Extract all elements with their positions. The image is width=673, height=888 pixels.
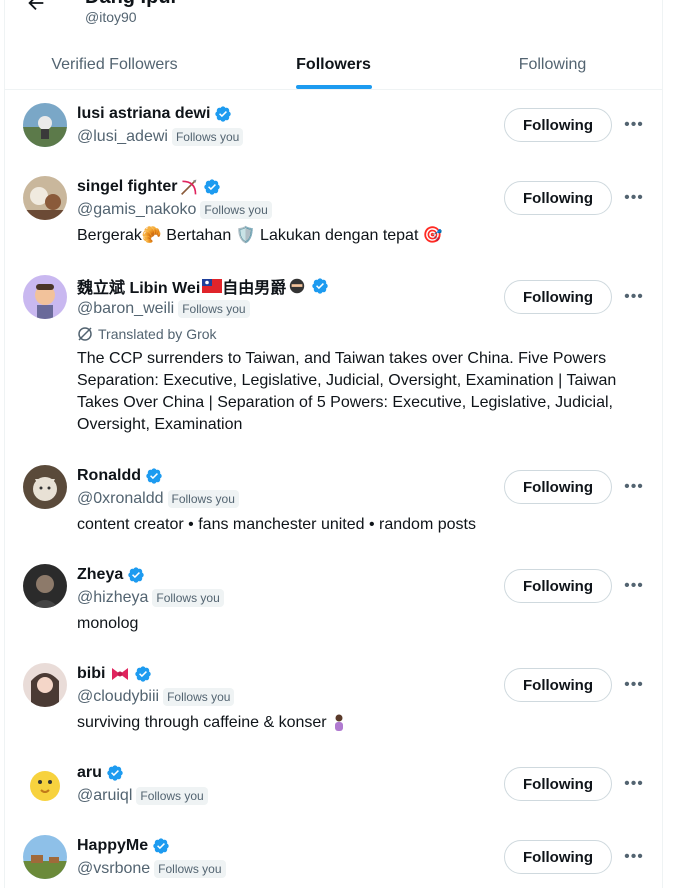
follows-you-badge: Follows you — [171, 128, 244, 146]
user-handle[interactable]: @hizheya — [77, 589, 148, 607]
user-handle[interactable]: @lusi_adewi — [77, 128, 168, 146]
page-header: Dang Ipul @itoy90 — [5, 0, 662, 40]
avatar[interactable] — [23, 663, 67, 707]
user-name[interactable]: HappyMe — [77, 837, 148, 855]
avatar[interactable] — [23, 835, 67, 879]
more-options-icon[interactable]: ••• — [624, 287, 644, 307]
verified-badge-icon — [135, 666, 152, 682]
tab-verified-followers[interactable]: Verified Followers — [5, 40, 224, 89]
user-bio: monolog — [77, 615, 139, 632]
user-name[interactable]: Ronaldd — [77, 467, 141, 485]
profile-handle: @itoy90 — [85, 9, 137, 25]
active-tab-indicator — [295, 85, 372, 89]
tab-following[interactable]: Following — [443, 40, 662, 89]
follower-row[interactable]: aru @aruiql Follows you Following ••• — [5, 750, 662, 823]
user-handle[interactable]: @gamis_nakoko — [77, 201, 196, 219]
avatar[interactable] — [23, 176, 67, 220]
avatar[interactable] — [23, 465, 67, 509]
verified-badge-icon — [153, 838, 169, 854]
follows-you-badge: Follows you — [154, 860, 226, 878]
user-name[interactable]: aru — [77, 764, 102, 782]
follower-row[interactable]: lusi astriana dewi @lusi_adewi Follows yo… — [5, 91, 662, 164]
user-name[interactable]: 魏立斌 Libin Wei — [77, 274, 200, 298]
avatar[interactable] — [23, 762, 67, 806]
user-name[interactable]: singel fighter — [77, 178, 177, 196]
more-options-icon[interactable]: ••• — [624, 774, 644, 794]
user-handle[interactable]: @vsrbone — [77, 860, 150, 878]
follower-row[interactable]: Zheya @hizheya Follows you monolog Follow… — [5, 552, 662, 651]
tab-bar: Verified Followers Followers Following — [5, 40, 662, 90]
profile-name: Dang Ipul — [85, 0, 176, 9]
person-icon — [335, 714, 344, 731]
user-handle[interactable]: @aruiql — [77, 787, 132, 805]
more-options-icon[interactable]: ••• — [624, 847, 644, 867]
ninja-icon — [290, 278, 305, 294]
user-name-suffix: 自由男爵 — [222, 280, 287, 297]
verified-badge-icon — [312, 278, 328, 294]
user-name[interactable]: lusi astriana dewi — [77, 105, 210, 123]
user-bio: Bergerak🥐 Bertahan 🛡️ Lakukan dengan tep… — [77, 227, 443, 244]
taiwan-flag-icon — [202, 279, 223, 293]
ribbon-icon — [112, 668, 129, 680]
following-button[interactable]: Following — [504, 569, 612, 603]
follows-you-badge: Follows you — [163, 688, 235, 706]
more-options-icon[interactable]: ••• — [624, 188, 644, 208]
verified-badge-icon — [204, 179, 221, 195]
follows-you-badge: Follows you — [200, 201, 272, 219]
verified-badge-icon — [107, 765, 123, 781]
avatar[interactable] — [23, 103, 67, 147]
following-button[interactable]: Following — [504, 668, 612, 702]
user-bio: surviving through caffeine & konser — [77, 712, 646, 734]
more-options-icon[interactable]: ••• — [624, 576, 644, 596]
follower-row[interactable]: singel fighter @gamis_nakoko Follows you … — [5, 164, 662, 263]
verified-badge-icon — [146, 468, 162, 484]
back-arrow-icon[interactable] — [25, 0, 47, 14]
more-options-icon[interactable]: ••• — [624, 477, 644, 497]
verified-badge-icon — [215, 106, 232, 122]
follows-you-badge: Follows you — [167, 490, 239, 508]
follows-you-badge: Follows you — [178, 300, 250, 318]
follows-you-badge: Follows you — [152, 589, 224, 607]
avatar[interactable] — [23, 275, 67, 319]
follower-row[interactable]: Ronaldd @0xronaldd Follows you content cr… — [5, 453, 662, 552]
more-options-icon[interactable]: ••• — [624, 675, 644, 695]
translated-by-grok[interactable]: Translated by Grok — [77, 324, 646, 344]
user-name[interactable]: Zheya — [77, 566, 123, 584]
following-button[interactable]: Following — [504, 470, 612, 504]
bow-arrow-icon — [181, 179, 197, 195]
following-button[interactable]: Following — [504, 108, 612, 142]
follows-you-badge: Follows you — [136, 787, 208, 805]
user-handle[interactable]: @cloudybiii — [77, 688, 159, 706]
grok-icon — [78, 327, 92, 341]
follower-row[interactable]: HappyMe @vsrbone Follows you Following ••… — [5, 823, 662, 888]
followers-list: lusi astriana dewi @lusi_adewi Follows yo… — [5, 91, 662, 888]
user-bio: The CCP surrenders to Taiwan, and Taiwan… — [77, 350, 617, 433]
followers-page: Dang Ipul @itoy90 Verified Followers Fol… — [4, 0, 663, 888]
user-handle[interactable]: @baron_weili — [77, 300, 174, 318]
more-options-icon[interactable]: ••• — [624, 115, 644, 135]
tab-followers[interactable]: Followers — [224, 40, 443, 89]
user-handle[interactable]: @0xronaldd — [77, 490, 164, 508]
following-button[interactable]: Following — [504, 767, 612, 801]
follower-row[interactable]: bibi @cloudybiii Follows you surviving th… — [5, 651, 662, 750]
verified-badge-icon — [128, 567, 144, 583]
user-name[interactable]: bibi — [77, 665, 105, 683]
following-button[interactable]: Following — [504, 280, 612, 314]
user-bio: content creator • fans manchester united… — [77, 516, 476, 533]
follower-row[interactable]: 魏立斌 Libin Wei 自由男爵 @baron_weili Follows yo… — [5, 263, 662, 453]
following-button[interactable]: Following — [504, 181, 612, 215]
following-button[interactable]: Following — [504, 840, 612, 874]
avatar[interactable] — [23, 564, 67, 608]
